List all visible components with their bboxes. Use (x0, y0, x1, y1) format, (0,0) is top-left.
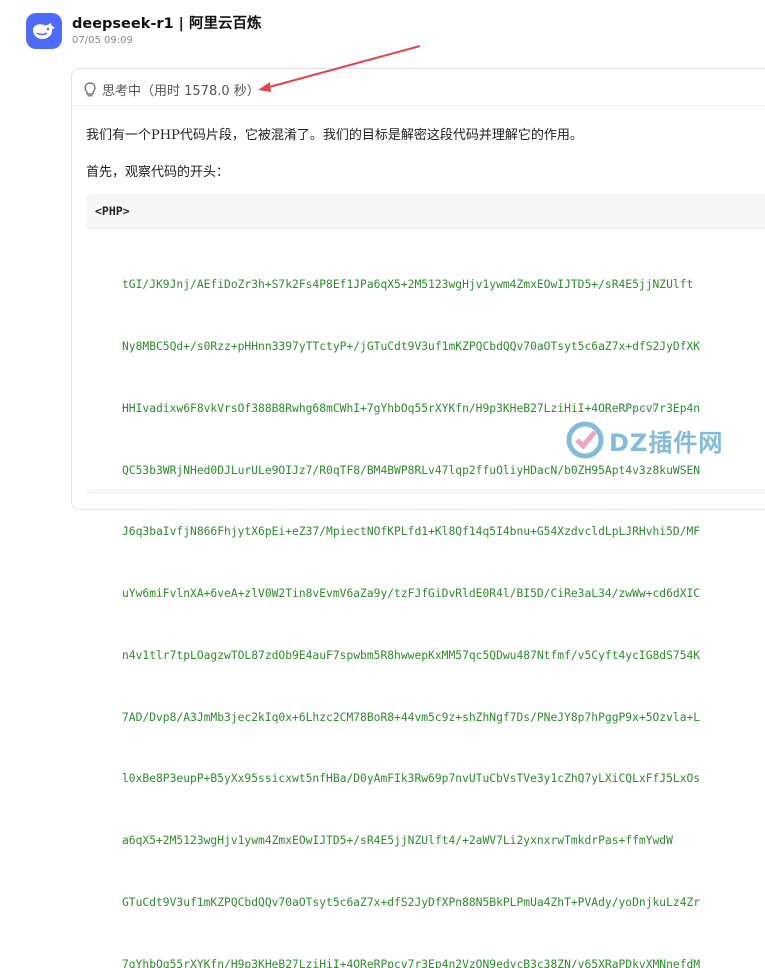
watermark-subtext: DZ-X.NET (618, 404, 656, 413)
code-line: 7gYhbOq55rXYKfn/H9p3KHeB27LziHiI+4OReRPp… (122, 957, 701, 968)
code-line: 7AD/Dvp8/A3JmMb3jec2kIq0x+6Lhzc2CM78BoR8… (122, 710, 701, 724)
code-line: a6qX5+2M5123wgHjv1ywm4ZmxEOwIJTD5+/sR4E5… (122, 834, 673, 848)
code-line: n4v1tlr7tpLOagzwTOL87zdOb9E4auF7spwbm5R8… (122, 648, 701, 662)
watermark-logo-icon (566, 421, 604, 459)
code-line: l0xBe8P3eupP+B5yXx95ssicxwt5nfHBa/D0yAmF… (122, 772, 701, 786)
watermark-text: DZ插件网 (609, 428, 724, 457)
watermark: DZ插件网 (565, 420, 723, 460)
code-line: GTuCdt9V3uf1mKZPQCbdQQv70aOTsyt5c6aZ7x+d… (122, 896, 701, 909)
code-line: J6q3baIvfjN866FhjytX6pEi+eZ37/MpiectNOfK… (122, 525, 701, 539)
code-line: uYw6miFvlnXA+6veA+zlV0W2Tin8vEvmV6aZa9y/… (122, 587, 701, 601)
